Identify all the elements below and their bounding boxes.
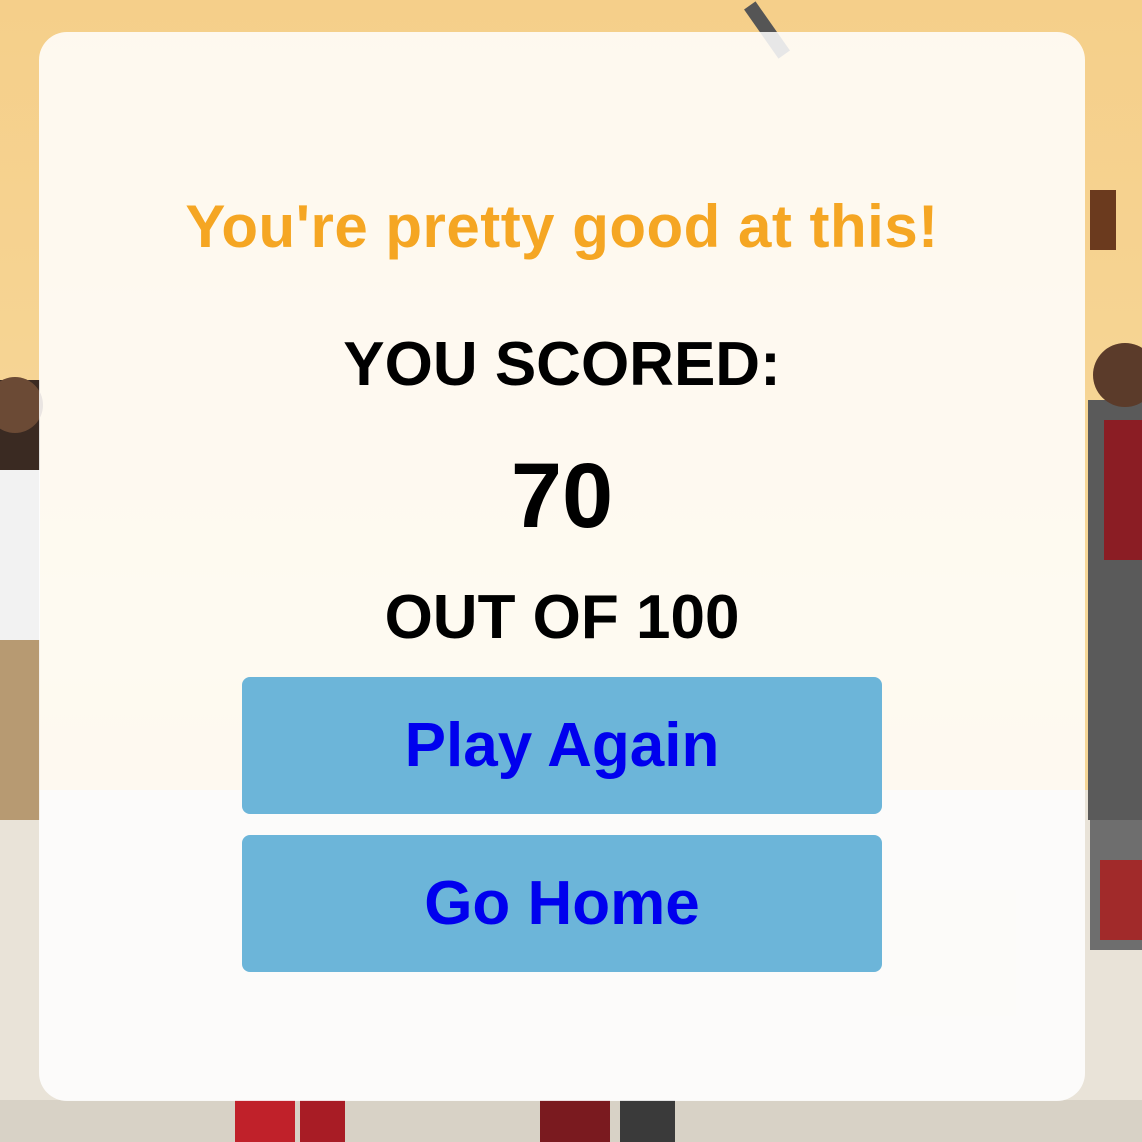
play-again-button[interactable]: Play Again [242,677,882,814]
results-card: You're pretty good at this! YOU SCORED: … [39,32,1085,1101]
scored-label: YOU SCORED: [343,330,781,399]
score-value: 70 [510,445,614,547]
result-headline: You're pretty good at this! [185,193,939,260]
results-screen: You're pretty good at this! YOU SCORED: … [0,0,1142,1142]
score-total-label: OUT OF 100 [384,583,740,652]
go-home-button[interactable]: Go Home [242,835,882,972]
